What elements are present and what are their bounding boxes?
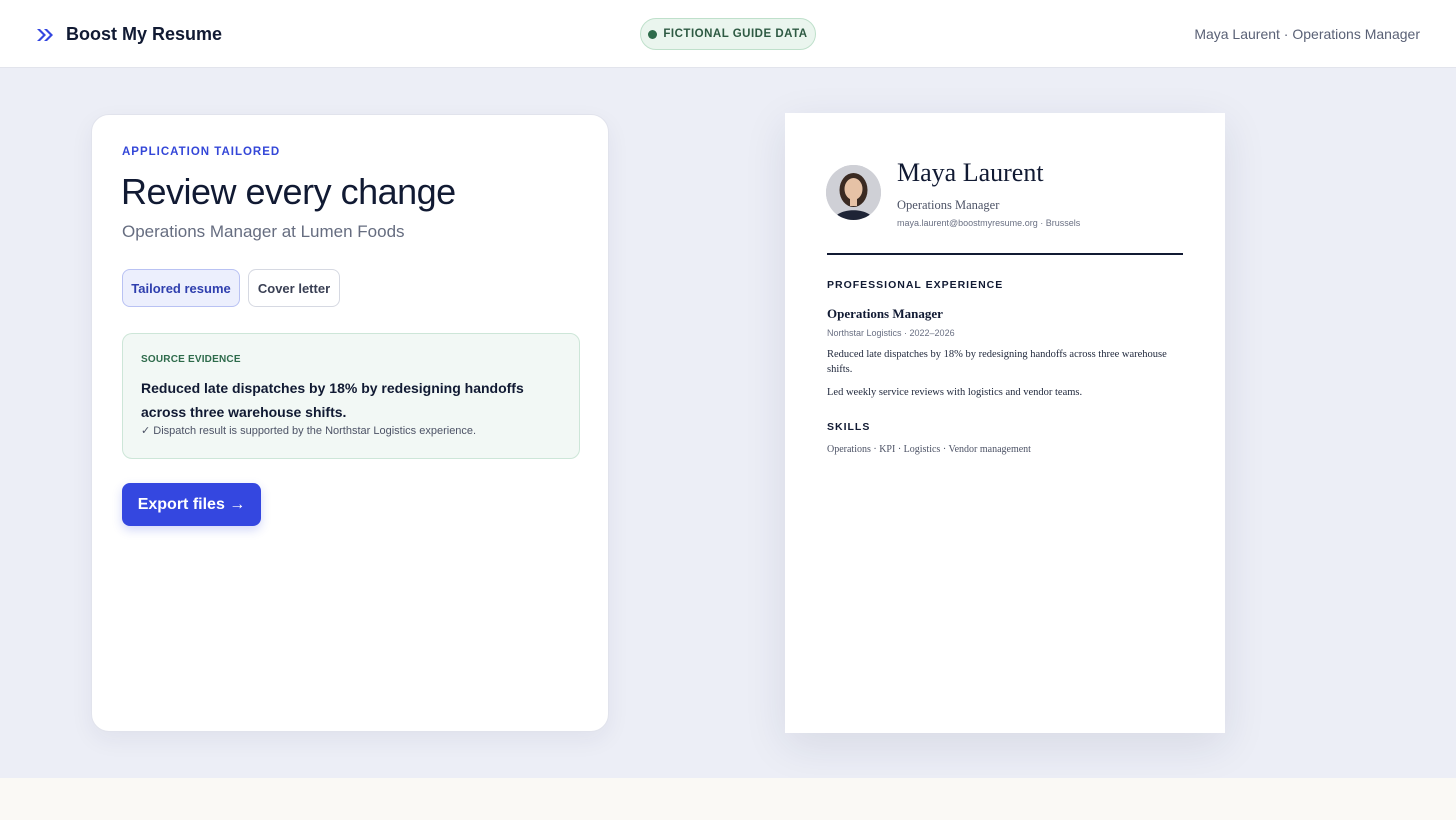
- resume-divider: [827, 253, 1183, 255]
- resume-contact: maya.laurent@boostmyresume.org · Brussel…: [897, 218, 1081, 228]
- badge-label: FICTIONAL GUIDE DATA: [663, 28, 808, 40]
- tab-tailored-resume[interactable]: Tailored resume: [122, 269, 240, 307]
- experience-heading: PROFESSIONAL EXPERIENCE: [827, 279, 1004, 291]
- tab-cover-letter[interactable]: Cover letter: [248, 269, 340, 307]
- evidence-label: SOURCE EVIDENCE: [141, 354, 241, 365]
- resume-name: Maya Laurent: [897, 158, 1044, 187]
- job-bullet: Led weekly service reviews with logistic…: [827, 387, 1083, 398]
- review-panel: APPLICATION TAILORED Review every change…: [91, 114, 609, 732]
- brand-name: Boost My Resume: [66, 24, 223, 44]
- resume-title: Operations Manager: [897, 198, 1000, 212]
- profile-photo-icon: [826, 165, 881, 220]
- avatar: [826, 165, 881, 220]
- user-info: Maya Laurent · Operations Manager: [1194, 26, 1420, 42]
- status-dot-icon: [648, 29, 658, 39]
- brand[interactable]: Boost My Resume: [36, 24, 222, 45]
- resume-preview: Maya Laurent Operations Manager maya.lau…: [785, 113, 1225, 733]
- export-files-button[interactable]: Export files →: [122, 483, 261, 526]
- source-evidence-box: SOURCE EVIDENCE Reduced late dispatches …: [122, 333, 580, 459]
- eyebrow-label: APPLICATION TAILORED: [122, 146, 281, 158]
- guide-data-badge: FICTIONAL GUIDE DATA: [640, 18, 816, 50]
- job-title: Operations Manager: [827, 306, 943, 321]
- skills-list: Operations · KPI · Logistics · Vendor ma…: [827, 444, 1031, 455]
- skills-heading: SKILLS: [827, 421, 871, 433]
- top-bar: Boost My Resume FICTIONAL GUIDE DATA May…: [0, 0, 1456, 68]
- evidence-note: ✓ Dispatch result is supported by the No…: [141, 425, 477, 437]
- job-bullet: Reduced late dispatches by 18% by redesi…: [827, 349, 1167, 375]
- double-chevron-right-icon: [37, 28, 53, 41]
- job-meta: Northstar Logistics · 2022–2026: [827, 328, 955, 338]
- evidence-text: Reduced late dispatches by 18% by redesi…: [141, 380, 524, 420]
- footer-band: [0, 778, 1456, 820]
- page-title: Review every change: [121, 171, 456, 212]
- page-subtitle: Operations Manager at Lumen Foods: [122, 222, 405, 241]
